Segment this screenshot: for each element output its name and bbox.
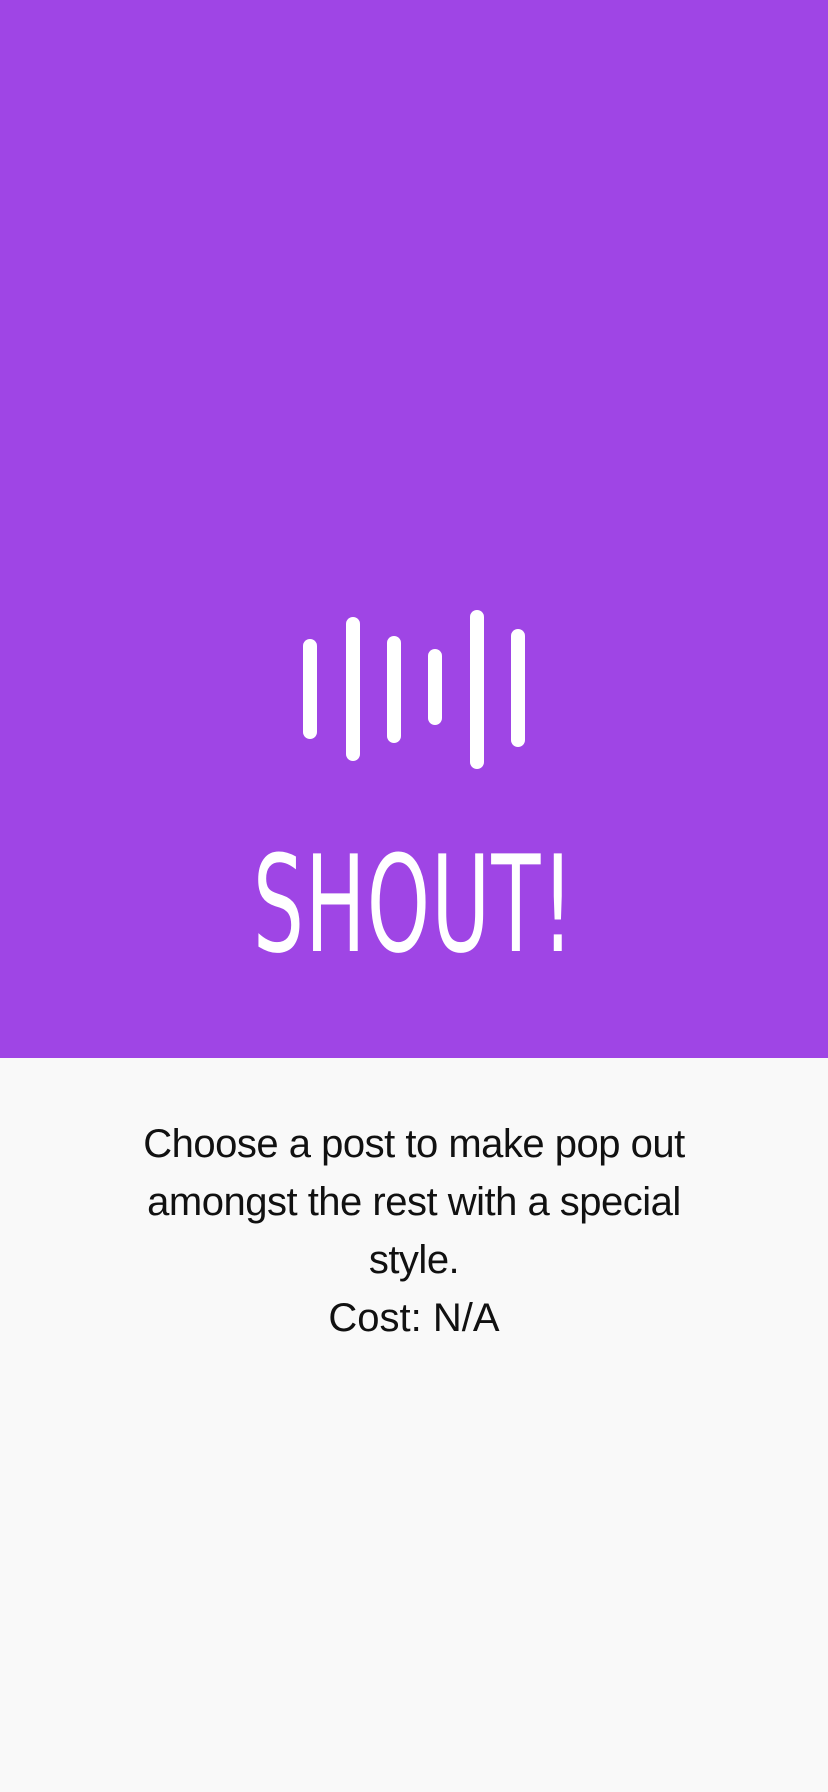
app-title: SHOUT! xyxy=(252,827,576,983)
cost-label: Cost: N/A xyxy=(328,1296,500,1340)
feature-description: Choose a post to make pop out amongst th… xyxy=(143,1122,685,1282)
info-panel: Choose a post to make pop out amongst th… xyxy=(0,1058,828,1792)
hero-banner: SHOUT! xyxy=(0,0,828,1058)
